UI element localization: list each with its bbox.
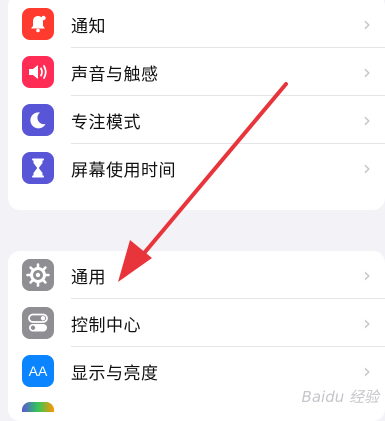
settings-row-control-center[interactable]: 控制中心 ›	[8, 299, 385, 347]
settings-row-screen-time[interactable]: 屏幕使用时间 ›	[8, 144, 385, 192]
settings-row-label: 控制中心	[71, 315, 141, 336]
settings-row-label: 屏幕使用时间	[71, 160, 176, 181]
toggle-icon	[22, 307, 54, 339]
settings-row-label: 通知	[71, 16, 106, 37]
hourglass-icon	[22, 152, 54, 184]
chevron-right-icon: ›	[363, 12, 371, 36]
moon-icon	[22, 104, 54, 136]
settings-row-sounds-haptics[interactable]: 声音与触感 ›	[8, 48, 385, 96]
settings-row-focus[interactable]: 专注模式 ›	[8, 96, 385, 144]
chevron-right-icon: ›	[363, 60, 371, 84]
next-row-icon	[22, 402, 54, 412]
settings-row-label: 通用	[71, 267, 106, 288]
chevron-right-icon: ›	[363, 108, 371, 132]
settings-group-notifications: 通知 › 声音与触感 › 专注模式 › 屏幕使用时间 ›	[8, 0, 385, 210]
gear-icon	[22, 259, 54, 291]
watermark-logo: Baidu 经验	[301, 388, 379, 406]
settings-row-general[interactable]: 通用 ›	[8, 251, 385, 299]
chevron-right-icon: ›	[363, 263, 371, 287]
chevron-right-icon: ›	[363, 311, 371, 335]
settings-row-label: 显示与亮度	[71, 363, 159, 384]
bell-icon	[22, 8, 54, 40]
display-icon: AA	[22, 355, 54, 387]
settings-row-label: 声音与触感	[71, 64, 159, 85]
settings-row-label: 专注模式	[71, 112, 141, 133]
chevron-right-icon: ›	[363, 156, 371, 180]
speaker-icon	[22, 56, 54, 88]
settings-row-notifications[interactable]: 通知 ›	[8, 0, 385, 48]
chevron-right-icon: ›	[363, 359, 371, 383]
